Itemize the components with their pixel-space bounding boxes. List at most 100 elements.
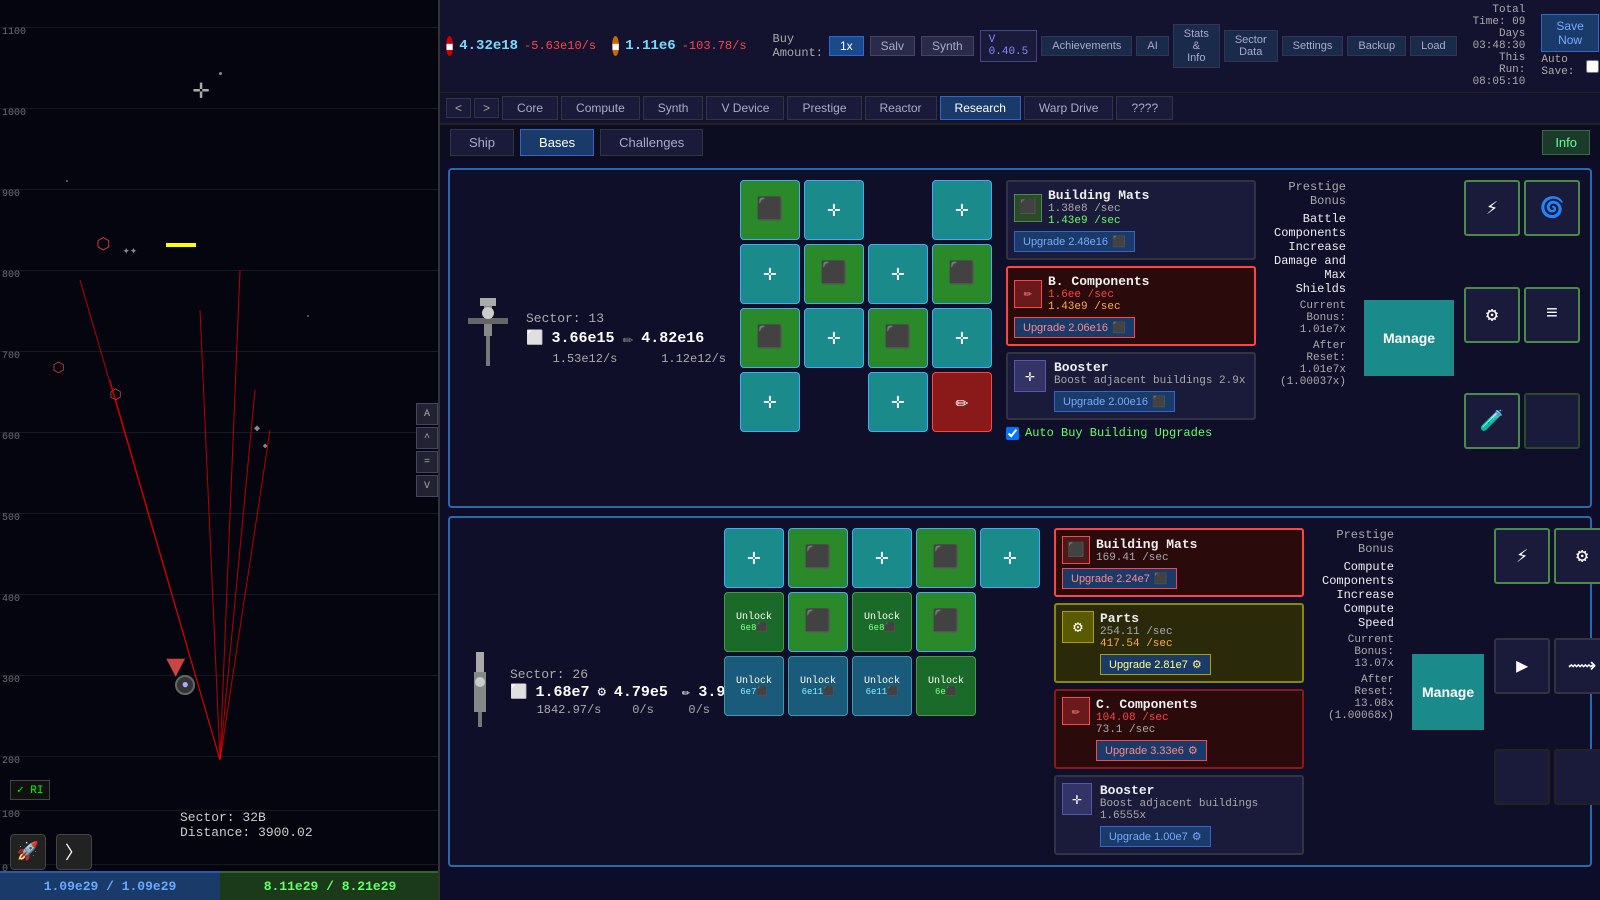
booster-upgrade-btn[interactable]: Upgrade 2.00e16 ⬛ [1054, 391, 1175, 412]
tab-challenges[interactable]: Challenges [600, 129, 703, 156]
buy-amount-button[interactable]: 1x [829, 36, 864, 56]
buy-amount-label: Buy Amount: [773, 32, 823, 60]
gear-icon: ⚙ [1192, 830, 1202, 843]
grid-label-500: 500 [2, 513, 20, 524]
s26-cell-1-1[interactable]: ✛ [724, 528, 784, 588]
upgrade-label: Upgrade 2.81e7 [1109, 659, 1188, 671]
unlock-label: Unlock [736, 676, 772, 687]
tab-reactor[interactable]: Reactor [865, 96, 937, 120]
b-components-upgrade-btn[interactable]: Upgrade 2.06e16 ⬛ [1014, 317, 1135, 338]
tab-unknown[interactable]: ???? [1116, 96, 1173, 120]
sector13-stat2-rate: 1.12e12/s [661, 352, 726, 366]
sector13-manage-button[interactable]: Manage [1364, 300, 1454, 376]
ai-button[interactable]: AI [1136, 36, 1168, 56]
salv-button[interactable]: Salv [870, 36, 915, 56]
parts-upgrade-btn[interactable]: Upgrade 2.81e7 ⚙ [1100, 654, 1211, 675]
s26-unlock-3-1[interactable]: Unlock 6e7⬛ [724, 656, 784, 716]
parts-title: Parts [1100, 611, 1211, 626]
tab-research[interactable]: Research [940, 96, 1021, 120]
icon-cell-5[interactable]: 🧪 [1464, 393, 1520, 449]
sector26-manage-button[interactable]: Manage [1412, 654, 1484, 730]
s26-booster-upgrade-btn[interactable]: Upgrade 1.00e7 ⚙ [1100, 826, 1211, 847]
ship-icons-bar: 🚀 〉 [10, 834, 92, 870]
tab-bases[interactable]: Bases [520, 129, 594, 156]
icon-cell-3[interactable]: ⚙ [1464, 287, 1520, 343]
prev-nav-button[interactable]: < [446, 98, 471, 118]
s26-cell-1-4[interactable]: ⬛ [916, 528, 976, 588]
tab-vdevice[interactable]: V Device [706, 96, 784, 120]
building-cell-2-1[interactable]: ✛ [740, 244, 800, 304]
building-cell-1-1[interactable]: ⬛ [740, 180, 800, 240]
icon-cell-2[interactable]: 🌀 [1524, 180, 1580, 236]
save-now-button[interactable]: Save Now [1541, 14, 1598, 52]
s26-unlock-3-2[interactable]: Unlock 6e11⬛ [788, 656, 848, 716]
s26-cell-1-2[interactable]: ⬛ [788, 528, 848, 588]
building-cell-4-4[interactable]: ✏ [932, 372, 992, 432]
building-mats-upgrade-btn[interactable]: Upgrade 2.48e16 ⬛ [1014, 231, 1135, 252]
s26-unlock-2-3[interactable]: Unlock 6e8⬛ [852, 592, 912, 652]
sector13-ship-sprite [460, 180, 516, 496]
s26-prestige-current: Current Bonus: 13.07x [1322, 634, 1394, 670]
synth-button[interactable]: Synth [921, 36, 974, 56]
tab-core[interactable]: Core [502, 96, 558, 120]
nav-a-btn[interactable]: A [416, 403, 438, 425]
building-cell-1-4[interactable]: ✛ [932, 180, 992, 240]
resource1-icon: ◼ [446, 36, 453, 56]
s26-cell-2-2[interactable]: ⬛ [788, 592, 848, 652]
tab-prestige[interactable]: Prestige [787, 96, 861, 120]
building-cell-3-1[interactable]: ⬛ [740, 308, 800, 368]
settings-button[interactable]: Settings [1282, 36, 1344, 56]
building-cell-4-3[interactable]: ✛ [868, 372, 928, 432]
auto-save-checkbox[interactable] [1586, 60, 1599, 73]
s26-bmat-upgrade-btn[interactable]: Upgrade 2.24e7 ⬛ [1062, 568, 1177, 589]
nav-up-btn[interactable]: ^ [416, 427, 438, 449]
sector26-stat1-val: 1.68e7 [535, 684, 589, 701]
s26-icon-3[interactable]: ▶ [1494, 638, 1550, 694]
booster-icon: ✛ [1014, 360, 1046, 392]
building-cell-3-4[interactable]: ✛ [932, 308, 992, 368]
s26-icon-4[interactable]: ⟿ [1554, 638, 1600, 694]
building-cell-1-2[interactable]: ✛ [804, 180, 864, 240]
tab-warpdrive[interactable]: Warp Drive [1024, 96, 1114, 120]
tab-compute[interactable]: Compute [561, 96, 640, 120]
building-cell-2-4[interactable]: ⬛ [932, 244, 992, 304]
backup-button[interactable]: Backup [1347, 36, 1406, 56]
resource-bar: 1.09e29 / 1.09e29 8.11e29 / 8.21e29 [0, 871, 440, 900]
building-mats-card: ⬛ Building Mats 1.38e8 /sec 1.43e9 /sec … [1006, 180, 1256, 260]
icon-cell-1[interactable]: ⚡ [1464, 180, 1520, 236]
building-cell-2-2[interactable]: ⬛ [804, 244, 864, 304]
s26-cell-1-5[interactable]: ✛ [980, 528, 1040, 588]
auto-buy-checkbox[interactable] [1006, 427, 1019, 440]
sector-data-button[interactable]: Sector Data [1224, 30, 1278, 62]
tab-synth[interactable]: Synth [643, 96, 704, 120]
s26-unlock-3-4[interactable]: Unlock 6e⬛ [916, 656, 976, 716]
load-button[interactable]: Load [1410, 36, 1456, 56]
building-cell-3-3[interactable]: ⬛ [868, 308, 928, 368]
building-cell-3-2[interactable]: ✛ [804, 308, 864, 368]
resource2-value: 1.11e6 [625, 38, 675, 54]
s26-icon-1[interactable]: ⚡ [1494, 528, 1550, 584]
s26-icon-2[interactable]: ⚙ [1554, 528, 1600, 584]
building-cell-4-1[interactable]: ✛ [740, 372, 800, 432]
icon-cell-4[interactable]: ≡ [1524, 287, 1580, 343]
cube-icon: ⬛ [1112, 321, 1126, 334]
s26-cell-2-4[interactable]: ⬛ [916, 592, 976, 652]
s26-unlock-2-1[interactable]: Unlock 6e8⬛ [724, 592, 784, 652]
info-button[interactable]: Info [1542, 130, 1590, 155]
c-components-upgrade-btn[interactable]: Upgrade 3.33e6 ⚙ [1096, 740, 1207, 761]
next-nav-button[interactable]: > [474, 98, 499, 118]
nav-v-btn[interactable]: V [416, 475, 438, 497]
stats-info-button[interactable]: Stats & Info [1173, 24, 1220, 68]
tab-ship[interactable]: Ship [450, 129, 514, 156]
building-cell-2-3[interactable]: ✛ [868, 244, 928, 304]
achievements-button[interactable]: Achievements [1041, 36, 1132, 56]
nav-buttons[interactable]: A ^ = V [416, 403, 438, 497]
unlock-label: Unlock [736, 612, 772, 623]
s26-cell-1-3[interactable]: ✛ [852, 528, 912, 588]
unlock-cost: 6e7⬛ [740, 687, 767, 697]
s26-unlock-3-3[interactable]: Unlock 6e11⬛ [852, 656, 912, 716]
ship-icon-1[interactable]: 🚀 [10, 834, 46, 870]
nav-equals-btn[interactable]: = [416, 451, 438, 473]
sector26-stats: Sector: 26 ⬜ 1.68e7 ⚙ 4.79e5 ✏ 3.93e6 18… [510, 528, 710, 855]
ship-icon-2[interactable]: 〉 [56, 834, 92, 870]
